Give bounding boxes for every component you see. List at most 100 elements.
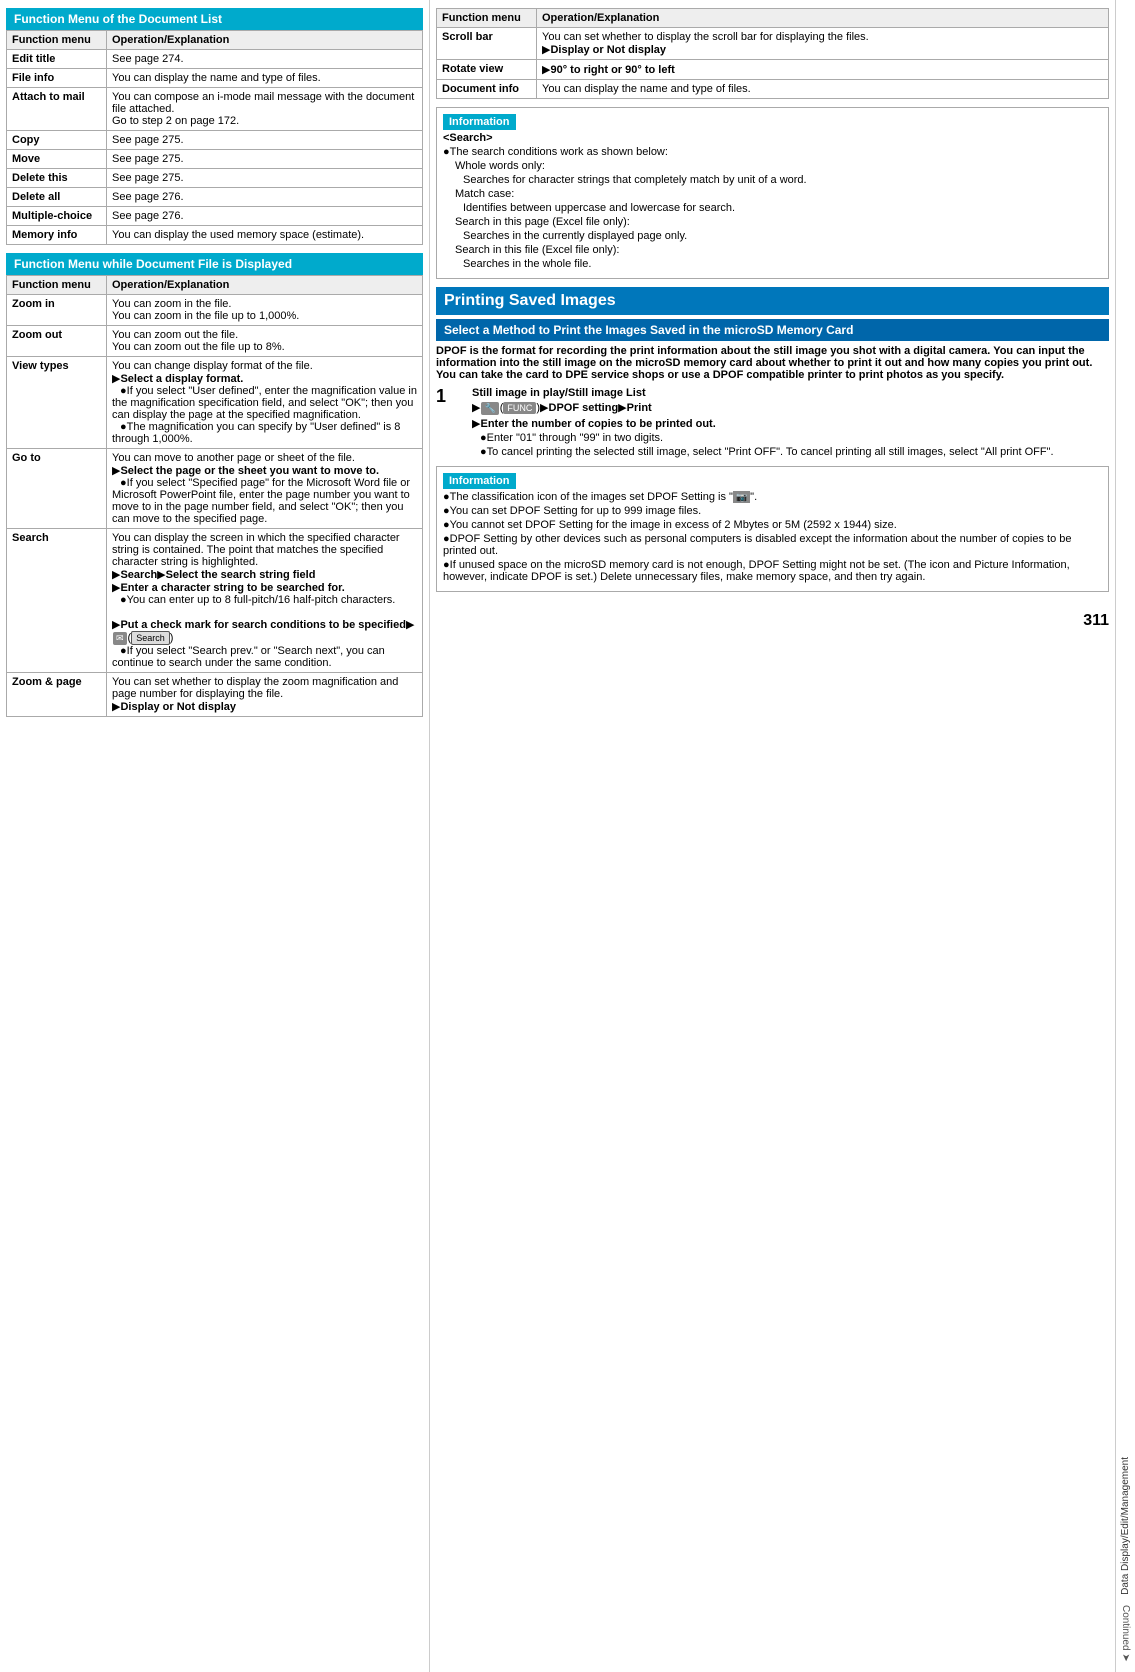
whole-words-desc: Searches for character strings that comp… [463,174,1102,186]
step1-bullet1: ●Enter "01" through "99" in two digits. [480,432,1054,444]
desc-memory-info: You can display the used memory space (e… [107,226,423,245]
func-file-info: File info [7,69,107,88]
func-move: Move [7,150,107,169]
printing-intro: DPOF is the format for recording the pri… [436,345,1109,381]
step1-number: 1 [436,387,446,460]
func-memory-info: Memory info [7,226,107,245]
section2-header: Function Menu while Document File is Dis… [6,253,423,275]
func-view-types: View types [7,357,107,449]
sidebar-label: Data Display/Edit/Management [1120,1457,1131,1595]
func-document-info: Document info [437,80,537,99]
desc-view-types: You can change display format of the fil… [107,357,423,449]
envelope-icon: ✉ [113,632,127,645]
right-sidebar: Data Display/Edit/Management Continued ➤ [1115,0,1135,1672]
table-row: Copy See page 275. [7,131,423,150]
func-go-to: Go to [7,449,107,529]
desc-multiple-choice: See page 276. [107,207,423,226]
table-row: Zoom in You can zoom in the file.You can… [7,295,423,326]
step1-bullet2: ●To cancel printing the selected still i… [480,446,1054,458]
printing-bullet5: ●If unused space on the microSD memory c… [443,559,1102,583]
table-row: Rotate view ▶90° to right or 90° to left [437,60,1109,80]
dpof-icon: 📷 [733,491,750,503]
step1-content: Still image in play/Still image List ▶🔧(… [472,387,1054,460]
step1-line1: Still image in play/Still image List [472,387,1054,399]
table-row: Go to You can move to another page or sh… [7,449,423,529]
section1-header: Function Menu of the Document List [6,8,423,30]
r-col1-header: Function menu [437,9,537,28]
func-attach-mail: Attach to mail [7,88,107,131]
desc-document-info: You can display the name and type of fil… [537,80,1109,99]
printing-subheader: Select a Method to Print the Images Save… [436,319,1109,341]
table-row: Document info You can display the name a… [437,80,1109,99]
search-button-icon: Search [131,631,170,645]
whole-words-label: Whole words only: [455,160,1102,172]
desc-copy: See page 275. [107,131,423,150]
desc-move: See page 275. [107,150,423,169]
printing-bullet2: ●You can set DPOF Setting for up to 999 … [443,505,1102,517]
section2-table: Function menu Operation/Explanation Zoom… [6,275,423,717]
func-rotate-view: Rotate view [437,60,537,80]
func-search: Search [7,529,107,673]
func-scroll-bar: Scroll bar [437,28,537,60]
col2-header: Operation/Explanation [107,31,423,50]
func-label: FUNC [503,402,536,414]
table-row: Delete all See page 276. [7,188,423,207]
func-edit-title: Edit title [7,50,107,69]
search-file-desc: Searches in the whole file. [463,258,1102,270]
desc-go-to: You can move to another page or sheet of… [107,449,423,529]
search-file-label: Search in this file (Excel file only): [455,244,1102,256]
info-box-header: Information [443,114,516,130]
desc-zoom-in: You can zoom in the file.You can zoom in… [107,295,423,326]
s2-col2-header: Operation/Explanation [107,276,423,295]
table-row: Multiple-choice See page 276. [7,207,423,226]
col1-header: Function menu [7,31,107,50]
desc-scroll-bar: You can set whether to display the scrol… [537,28,1109,60]
printing-info-header: Information [443,473,516,489]
continued-label: Continued ➤ [1120,1605,1131,1662]
table-row: Edit title See page 274. [7,50,423,69]
desc-zoom-page: You can set whether to display the zoom … [107,673,423,717]
step1-line3: ▶Enter the number of copies to be printe… [472,417,1054,430]
table-row: Scroll bar You can set whether to displa… [437,28,1109,60]
func-zoom-out: Zoom out [7,326,107,357]
func-copy: Copy [7,131,107,150]
func-delete-all: Delete all [7,188,107,207]
printing-bullet4: ●DPOF Setting by other devices such as p… [443,533,1102,557]
match-case-label: Match case: [455,188,1102,200]
step1-line2: ▶🔧(FUNC)▶DPOF setting▶Print [472,401,1054,415]
desc-zoom-out: You can zoom out the file.You can zoom o… [107,326,423,357]
s2-col1-header: Function menu [7,276,107,295]
printing-bullet3: ●You cannot set DPOF Setting for the ima… [443,519,1102,531]
func-multiple-choice: Multiple-choice [7,207,107,226]
search-page-label: Search in this page (Excel file only): [455,216,1102,228]
page-number: 311 [1083,612,1109,630]
match-case-desc: Identifies between uppercase and lowerca… [463,202,1102,214]
desc-delete-this: See page 275. [107,169,423,188]
table-row: Search You can display the screen in whi… [7,529,423,673]
printing-header: Printing Saved Images [436,287,1109,315]
func-zoom-in: Zoom in [7,295,107,326]
printing-info-section: Information ●The classification icon of … [436,466,1109,592]
desc-rotate-view: ▶90° to right or 90° to left [537,60,1109,80]
func-delete-this: Delete this [7,169,107,188]
desc-attach-mail: You can compose an i-mode mail message w… [107,88,423,131]
desc-edit-title: See page 274. [107,50,423,69]
table-row: View types You can change display format… [7,357,423,449]
table-row: Zoom & page You can set whether to displ… [7,673,423,717]
table-row: Zoom out You can zoom out the file.You c… [7,326,423,357]
printing-bullet1: ●The classification icon of the images s… [443,491,1102,503]
table-row: Memory info You can display the used mem… [7,226,423,245]
step1-container: 1 Still image in play/Still image List ▶… [436,387,1109,460]
table-row: Attach to mail You can compose an i-mode… [7,88,423,131]
func-zoom-page: Zoom & page [7,673,107,717]
func-icon: 🔧 [481,402,498,415]
r-col2-header: Operation/Explanation [537,9,1109,28]
search-page-desc: Searches in the currently displayed page… [463,230,1102,242]
desc-delete-all: See page 276. [107,188,423,207]
info-search-intro: ●The search conditions work as shown bel… [443,146,1102,158]
desc-file-info: You can display the name and type of fil… [107,69,423,88]
desc-search: You can display the screen in which the … [107,529,423,673]
info-search-title: <Search> [443,132,1102,144]
info-search-section: Information <Search> ●The search conditi… [436,107,1109,279]
table-row: File info You can display the name and t… [7,69,423,88]
